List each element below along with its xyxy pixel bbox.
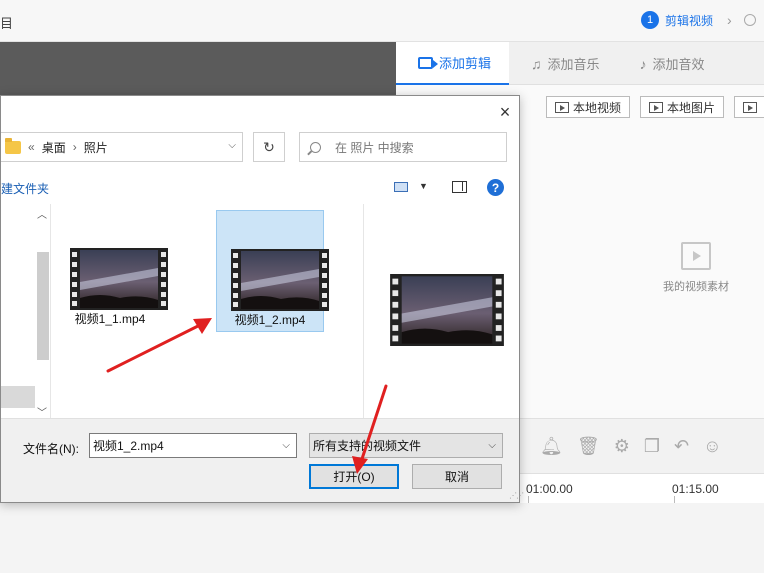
search-input[interactable]: 在 照片 中搜索 — [299, 132, 507, 162]
breadcrumb-prefix: « — [28, 140, 35, 154]
time-label: 01:15.00 — [672, 482, 719, 496]
breadcrumb-desktop[interactable]: 桌面 — [42, 139, 66, 156]
video-thumbnail — [70, 248, 168, 310]
source-buttons: 本地视频 本地图片 — [546, 96, 764, 118]
command-bar: 建文件夹 ▼ ? — [1, 172, 519, 202]
refresh-icon: ↻ — [263, 138, 275, 155]
file-item-selected[interactable]: 视频1_2.mp4 — [216, 210, 329, 332]
close-icon[interactable]: × — [495, 102, 515, 123]
video-preview-thumbnail — [390, 274, 504, 346]
open-button[interactable]: 打开(O) — [309, 464, 399, 489]
crop-icon[interactable]: ⚙︎ — [614, 436, 630, 457]
view-mode-icon[interactable] — [394, 182, 408, 192]
tab-add-sound-effect[interactable]: ♪ 添加音效 — [618, 42, 723, 85]
track-area — [0, 503, 764, 573]
empty-media-placeholder: 我的视频素材 — [636, 242, 756, 294]
local-video-button[interactable]: 本地视频 — [546, 96, 631, 118]
film-icon — [681, 242, 711, 270]
help-icon[interactable]: ? — [487, 179, 504, 196]
search-icon — [310, 141, 321, 153]
chevron-down-icon[interactable]: ⌵ — [488, 440, 496, 451]
local-image-label: 本地图片 — [667, 100, 716, 115]
scroll-down-icon[interactable]: ﹀ — [37, 404, 47, 419]
app-title-fragment: 目 — [0, 16, 14, 31]
video-icon — [418, 56, 438, 69]
filetype-value: 所有支持的视频文件 — [313, 439, 422, 453]
tab-add-sound-effect-label: 添加音效 — [652, 57, 705, 72]
timeline-toolbar: 🔔︎ 🗑︎ ⚙︎ ❐ ↶ ☺︎ — [520, 418, 764, 473]
timeline-ruler[interactable]: 01:00.00 01:15.00 — [520, 473, 764, 504]
more-source-button[interactable] — [734, 96, 764, 118]
file-name: 视频1_2.mp4 — [234, 313, 306, 327]
tab-add-music-label: 添加音乐 — [547, 57, 600, 72]
resize-grip-icon[interactable]: ⋰⋰ — [509, 491, 524, 500]
breadcrumb-photos[interactable]: 照片 — [84, 139, 108, 156]
media-tabs: 添加剪辑 ♫ 添加音乐 ♪ 添加音效 — [396, 42, 764, 85]
undo-icon[interactable]: ↶ — [674, 436, 689, 457]
video-file-icon — [555, 101, 569, 113]
video-thumbnail — [231, 249, 329, 311]
preview-pane — [363, 204, 519, 418]
filename-value: 视频1_2.mp4 — [93, 439, 164, 453]
new-folder-button[interactable]: 建文件夹 — [1, 180, 49, 197]
step-number: 1 — [641, 11, 659, 29]
player-area — [0, 42, 396, 99]
emoji-icon[interactable]: ☺︎ — [703, 436, 721, 457]
scrollbar-thumb[interactable] — [37, 252, 49, 360]
breadcrumb-separator: › — [72, 140, 77, 154]
app-header: 目 1 剪辑视频 › — [0, 0, 764, 42]
step-indicator[interactable]: 1 剪辑视频 › — [641, 11, 756, 29]
file-open-dialog: × « 桌面 › 照片 ⌵ ↻ 在 照片 中搜索 建文件夹 ▼ ? ︿ ﹀ 视频… — [0, 95, 524, 503]
bell-icon[interactable]: 🔔︎ — [540, 436, 563, 457]
time-label: 01:00.00 — [526, 482, 573, 496]
local-video-label: 本地视频 — [573, 100, 622, 115]
cancel-button[interactable]: 取消 — [412, 464, 502, 489]
copy-icon[interactable]: ❐ — [644, 436, 660, 457]
tab-add-music[interactable]: ♫ 添加音乐 — [509, 42, 618, 85]
file-list: 视频1_1.mp4 视频1_2.mp4 — [52, 204, 362, 418]
music-note-icon: ♫ — [531, 55, 542, 72]
nav-selected-item[interactable] — [1, 386, 35, 408]
image-file-icon — [649, 101, 664, 113]
folder-icon — [5, 137, 21, 154]
filename-label: 文件名(N): — [23, 442, 79, 456]
chevron-down-icon[interactable]: ⌵ — [228, 140, 236, 151]
file-item[interactable]: 视频1_1.mp4 — [56, 210, 168, 332]
empty-media-label: 我的视频素材 — [663, 281, 729, 293]
next-step-icon[interactable] — [743, 14, 756, 26]
tab-add-clip-label: 添加剪辑 — [439, 56, 492, 71]
view-dropdown-icon[interactable]: ▼ — [419, 181, 428, 191]
chevron-down-icon[interactable]: ⌵ — [282, 440, 290, 451]
step-label: 剪辑视频 — [665, 13, 714, 28]
chevron-right-icon: › — [727, 12, 732, 28]
trash-icon[interactable]: 🗑︎ — [577, 436, 600, 457]
filename-input[interactable]: 视频1_2.mp4 ⌵ — [89, 433, 297, 458]
sound-effect-icon: ♪ — [639, 55, 647, 72]
address-bar[interactable]: « 桌面 › 照片 ⌵ — [1, 132, 243, 162]
scroll-up-icon[interactable]: ︿ — [37, 206, 47, 221]
local-image-button[interactable]: 本地图片 — [640, 96, 725, 118]
more-source-icon — [743, 101, 758, 113]
navigation-pane[interactable]: ︿ ﹀ — [1, 204, 51, 419]
refresh-button[interactable]: ↻ — [253, 132, 285, 162]
tab-add-clip[interactable]: 添加剪辑 — [396, 42, 510, 85]
preview-pane-icon[interactable] — [452, 181, 467, 193]
dialog-footer: 文件名(N): 视频1_2.mp4 ⌵ 所有支持的视频文件 ⌵ 打开(O) 取消… — [1, 418, 524, 502]
file-name: 视频1_1.mp4 — [74, 312, 146, 326]
search-placeholder: 在 照片 中搜索 — [335, 140, 414, 155]
filetype-select[interactable]: 所有支持的视频文件 ⌵ — [309, 433, 503, 458]
